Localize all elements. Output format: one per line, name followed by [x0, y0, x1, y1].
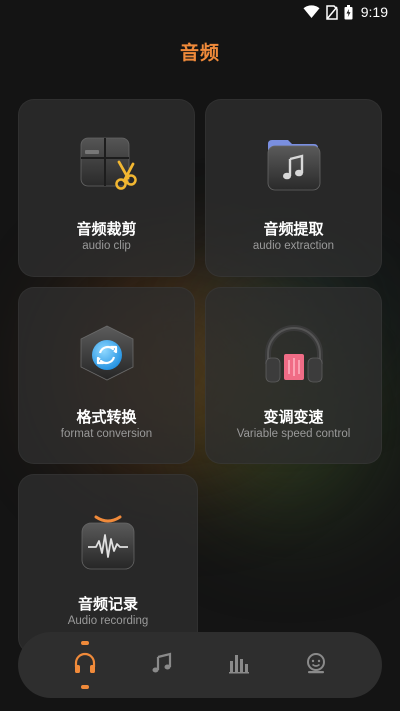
format-conversion-icon: [75, 322, 139, 386]
wifi-icon: [303, 5, 320, 19]
profile-icon: [304, 651, 328, 679]
card-audio-recording[interactable]: 音频记录 Audio recording: [18, 474, 198, 654]
status-bar: 9:19: [0, 0, 400, 24]
card-subtitle: audio extraction: [252, 240, 335, 252]
waveform-icon: [76, 511, 140, 575]
nav-profile-tab[interactable]: [296, 645, 336, 685]
nav-equalizer-tab[interactable]: [219, 645, 259, 685]
nav-music-tab[interactable]: [142, 645, 182, 685]
card-title: 变调变速: [263, 408, 324, 426]
headphones-icon: [262, 322, 326, 386]
music-note-icon: [150, 651, 174, 679]
status-time: 9:19: [360, 4, 388, 20]
card-title: 音频提取: [263, 220, 324, 238]
no-sim-icon: [326, 4, 338, 20]
card-audio-extraction[interactable]: 音频提取 audio extraction: [205, 99, 382, 277]
page-title: 音频: [179, 42, 220, 64]
card-subtitle: Audio recording: [67, 615, 149, 627]
card-title: 音频裁剪: [76, 220, 137, 238]
card-title: 音频记录: [77, 595, 138, 613]
card-subtitle: Variable speed control: [236, 428, 351, 440]
battery-icon: [344, 4, 353, 20]
card-format-conversion[interactable]: 格式转换 format conversion: [18, 287, 195, 464]
card-variable-speed[interactable]: 变调变速 Variable speed control: [205, 287, 382, 464]
card-subtitle: format conversion: [60, 428, 153, 440]
card-audio-clip[interactable]: 音频裁剪 audio clip: [18, 99, 195, 277]
card-subtitle: audio clip: [82, 240, 131, 252]
nav-audio-tab[interactable]: [65, 645, 105, 685]
bottom-nav: [18, 632, 382, 698]
music-folder-icon: [262, 134, 326, 198]
audio-clip-icon: [75, 134, 139, 198]
equalizer-icon: [227, 651, 251, 679]
card-title: 格式转换: [76, 408, 137, 426]
headphones-icon: [73, 651, 97, 679]
